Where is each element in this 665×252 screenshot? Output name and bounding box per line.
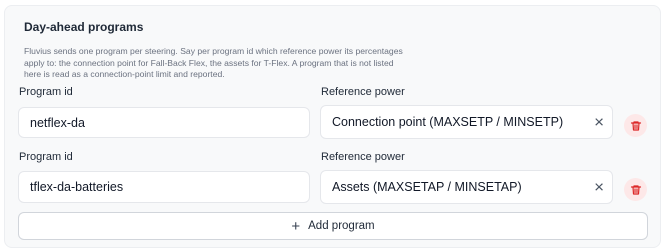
trash-icon	[630, 184, 641, 195]
reference-power-select[interactable]: Assets (MAXSETAP / MINSETAP) ×	[320, 170, 613, 204]
delete-program-button[interactable]	[624, 178, 647, 201]
delete-program-button[interactable]	[624, 114, 647, 137]
section-description: Fluvius sends one program per steering. …	[24, 46, 403, 79]
reference-power-value: Connection point (MAXSETP / MINSETP)	[332, 115, 564, 129]
program-id-input[interactable]: netflex-da	[18, 107, 310, 138]
program-id-value: tflex-da-batteries	[30, 180, 124, 194]
plus-icon: +	[291, 217, 301, 235]
clear-icon[interactable]: ×	[594, 179, 604, 196]
program-id-label: Program id	[19, 151, 73, 163]
clear-icon[interactable]: ×	[594, 114, 604, 131]
program-id-input[interactable]: tflex-da-batteries	[18, 171, 310, 203]
program-id-value: netflex-da	[30, 115, 85, 130]
program-id-label: Program id	[19, 86, 73, 98]
reference-power-label: Reference power	[321, 86, 405, 98]
add-program-label: Add program	[308, 220, 375, 232]
add-program-button[interactable]: + Add program	[18, 212, 648, 240]
section-title: Day-ahead programs	[24, 20, 144, 34]
reference-power-value: Assets (MAXSETAP / MINSETAP)	[332, 180, 522, 194]
reference-power-label: Reference power	[321, 151, 405, 163]
trash-icon	[630, 120, 641, 131]
reference-power-select[interactable]: Connection point (MAXSETP / MINSETP) ×	[320, 105, 613, 139]
